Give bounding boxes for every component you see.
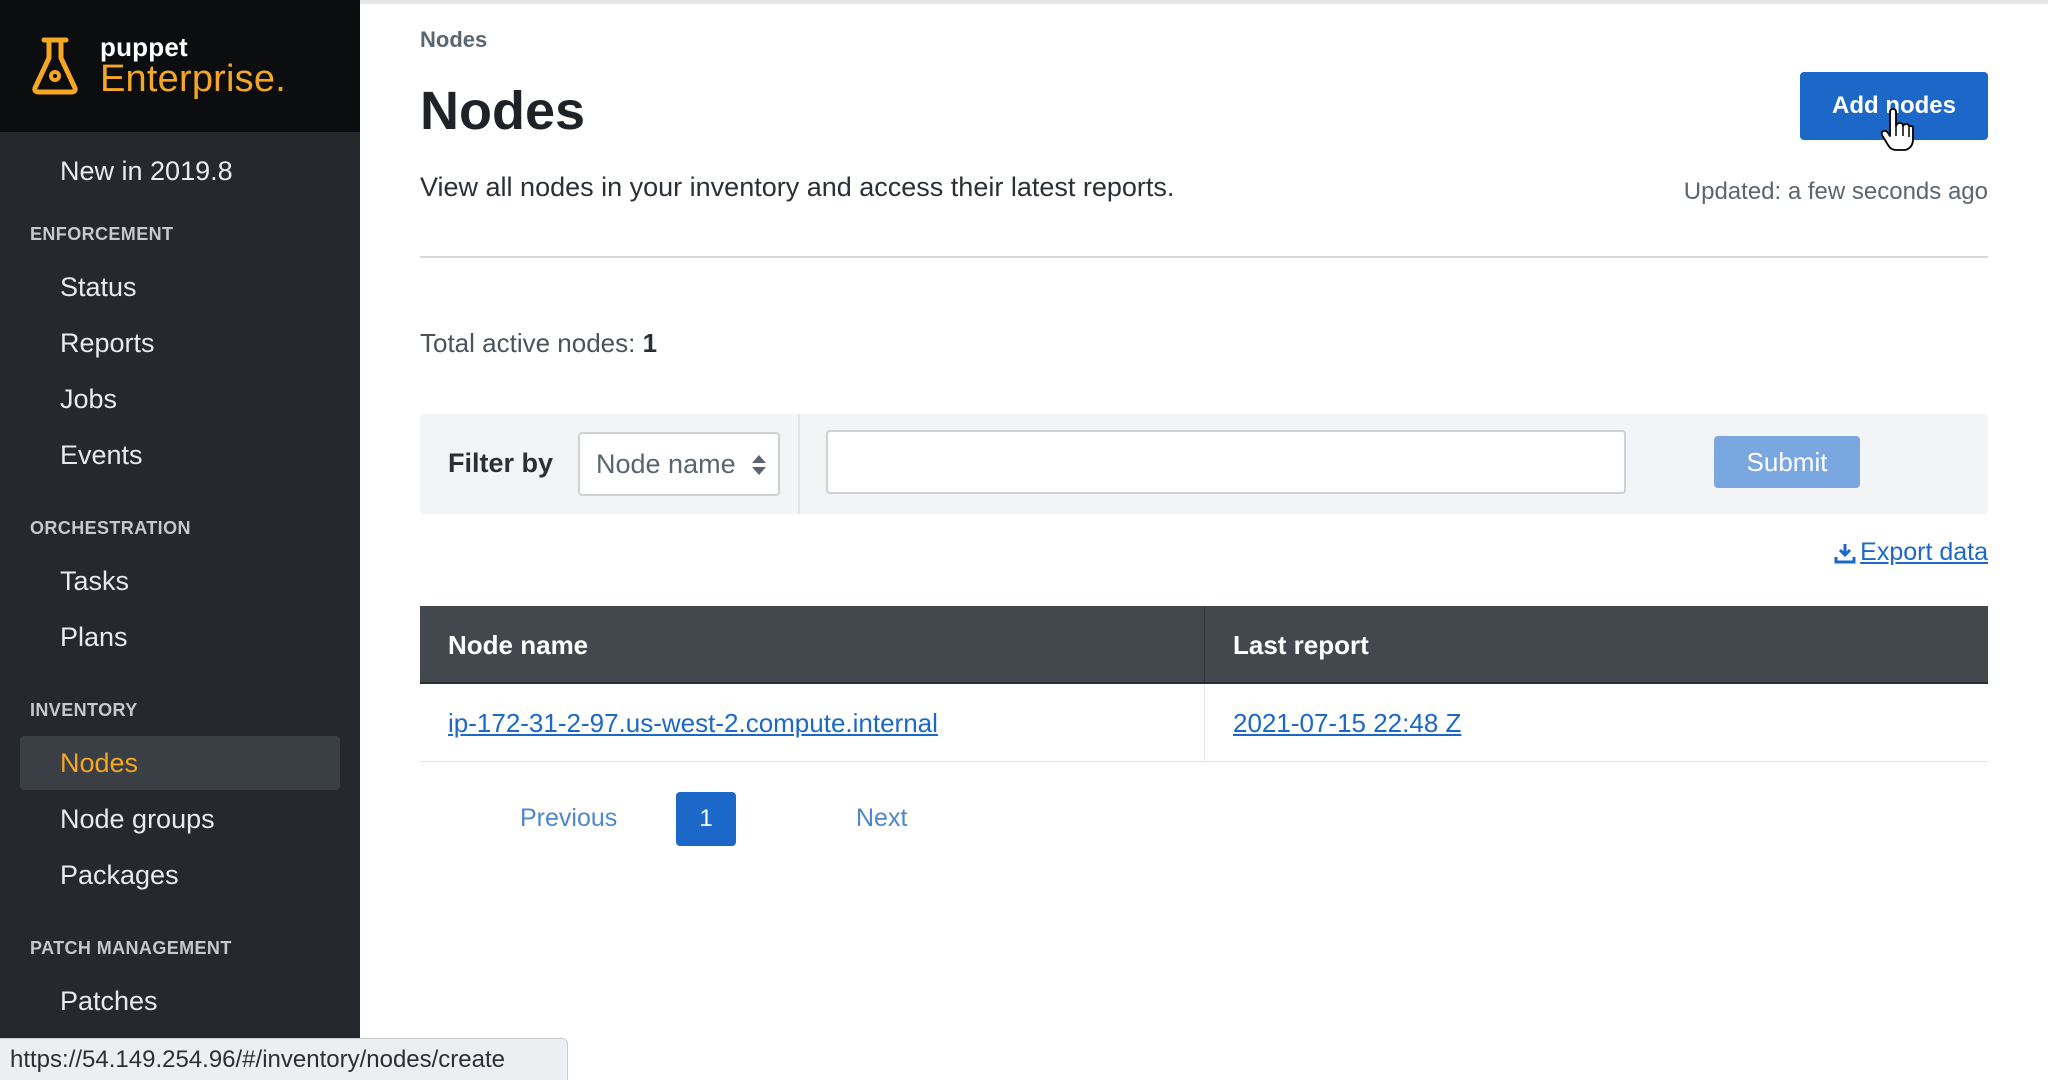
table-header: Node name Last report (420, 606, 1988, 684)
sidebar-section-inventory: INVENTORY (30, 700, 138, 720)
filter-select-value: Node name (596, 449, 736, 479)
node-name-cell: ip-172-31-2-97.us-west-2.compute.interna… (420, 684, 1205, 761)
select-arrows-icon (752, 455, 766, 475)
breadcrumb[interactable]: Nodes (420, 27, 487, 53)
nodes-table: Node name Last report ip-172-31-2-97.us-… (420, 606, 1988, 762)
sidebar-item-events[interactable]: Events (20, 428, 340, 482)
last-report-link[interactable]: 2021-07-15 22:48 Z (1233, 708, 1461, 738)
flask-logo-icon (32, 37, 78, 95)
column-header-node-name[interactable]: Node name (420, 606, 1205, 682)
table-row: ip-172-31-2-97.us-west-2.compute.interna… (420, 684, 1988, 762)
sidebar-item-tasks[interactable]: Tasks (20, 554, 340, 608)
header-divider (420, 256, 1988, 258)
sidebar-item-reports[interactable]: Reports (20, 316, 340, 370)
sidebar-item-patches[interactable]: Patches (20, 974, 340, 1028)
brand-name-big: Enterprise. (100, 58, 286, 101)
column-header-last-report[interactable]: Last report (1205, 606, 1988, 682)
brand-header[interactable]: puppet Enterprise. (0, 0, 360, 132)
sidebar-item-nodes[interactable]: Nodes (20, 736, 340, 790)
filter-bar: Filter by Node name Submit (420, 414, 1988, 514)
node-name-link[interactable]: ip-172-31-2-97.us-west-2.compute.interna… (448, 708, 938, 738)
page-description: View all nodes in your inventory and acc… (420, 172, 1175, 202)
sidebar-item-plans[interactable]: Plans (20, 610, 340, 664)
updated-timestamp: Updated: a few seconds ago (1683, 178, 1988, 205)
total-active-nodes-label: Total active nodes: (420, 328, 643, 358)
filter-separator (798, 414, 800, 514)
status-bar-url: https://54.149.254.96/#/inventory/nodes/… (0, 1038, 568, 1080)
submit-button[interactable]: Submit (1714, 436, 1860, 488)
brand-dot: . (275, 58, 286, 100)
sidebar-section-orchestration: ORCHESTRATION (30, 518, 191, 538)
filter-label: Filter by (448, 448, 554, 478)
sidebar-section-enforcement: ENFORCEMENT (30, 224, 174, 244)
sidebar-item-status[interactable]: Status (20, 260, 340, 314)
hand-pointer-cursor-icon (1880, 108, 1914, 151)
brand-name-big-text: Enterprise (100, 58, 276, 100)
main-content: Nodes Nodes View all nodes in your inven… (360, 0, 2048, 1080)
download-icon (1834, 543, 1856, 563)
sidebar-item-jobs[interactable]: Jobs (20, 372, 340, 426)
sidebar-item-packages[interactable]: Packages (20, 848, 340, 902)
page-title: Nodes (420, 81, 586, 141)
filter-field-select[interactable]: Node name (578, 432, 780, 496)
pagination-page-1[interactable]: 1 (676, 792, 736, 846)
pagination: Previous 1 Next (420, 792, 1120, 846)
total-active-nodes-count: 1 (642, 328, 658, 358)
pagination-next[interactable]: Next (856, 804, 907, 833)
sidebar: puppet Enterprise. New in 2019.8 ENFORCE… (0, 0, 360, 1080)
sidebar-item-node-groups[interactable]: Node groups (20, 792, 340, 846)
total-active-nodes: Total active nodes: 1 (420, 328, 657, 359)
sidebar-section-patch-management: PATCH MANAGEMENT (30, 938, 232, 958)
last-report-cell: 2021-07-15 22:48 Z (1205, 684, 1988, 761)
sidebar-item-new[interactable]: New in 2019.8 (20, 144, 340, 198)
export-data-label: Export data (1860, 538, 1988, 566)
pagination-previous[interactable]: Previous (520, 804, 617, 833)
export-data-link[interactable]: Export data (1834, 538, 1988, 567)
filter-text-input[interactable] (826, 430, 1626, 494)
